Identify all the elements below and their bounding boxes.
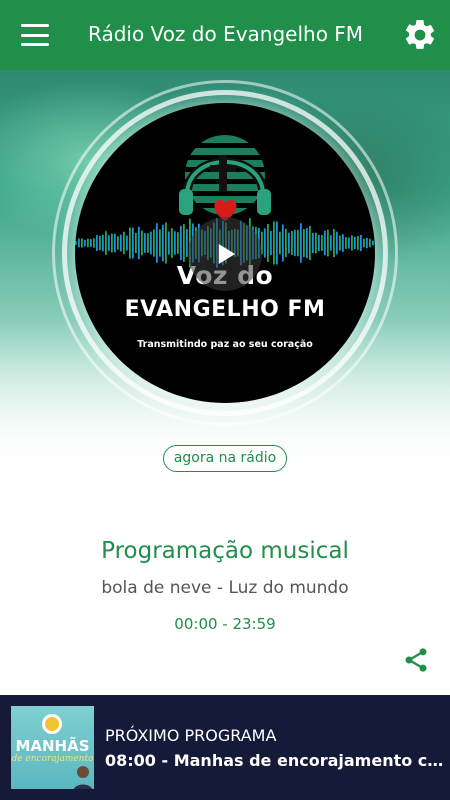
play-button[interactable] [188, 217, 262, 291]
next-program-label: PRÓXIMO PROGRAMA [105, 726, 277, 745]
next-program-name: 08:00 - Manhas de encorajamento com Saul… [105, 751, 450, 770]
play-icon [218, 244, 235, 264]
program-title: Programação musical [101, 538, 349, 564]
logo-line2: EVANGELHO FM [124, 297, 326, 322]
hamburger-menu-icon[interactable] [16, 20, 54, 50]
presenter-photo [73, 766, 93, 789]
share-icon[interactable] [402, 646, 430, 674]
next-program-thumbnail: MANHÃS de encorajamento [11, 706, 94, 789]
app-title: Rádio Voz do Evangelho FM [88, 22, 364, 46]
sun-icon [42, 714, 62, 734]
next-program-bar[interactable]: MANHÃS de encorajamento PRÓXIMO PROGRAMA… [0, 695, 450, 800]
app-bar: Rádio Voz do Evangelho FM [0, 0, 450, 70]
program-time: 00:00 - 23:59 [174, 615, 276, 633]
gear-icon[interactable] [402, 17, 438, 53]
thumbnail-title: MANHÃS [15, 737, 90, 755]
app-screen: Rádio Voz do Evangelho FM do EVANGELHO F… [0, 0, 450, 800]
now-on-radio-pill[interactable]: agora na rádio [163, 445, 287, 472]
logo-tagline: Transmitindo paz ao seu coração [137, 339, 313, 350]
current-song: bola de neve - Luz do mundo [101, 578, 349, 598]
thumbnail-subtitle: de encorajamento [11, 754, 94, 764]
